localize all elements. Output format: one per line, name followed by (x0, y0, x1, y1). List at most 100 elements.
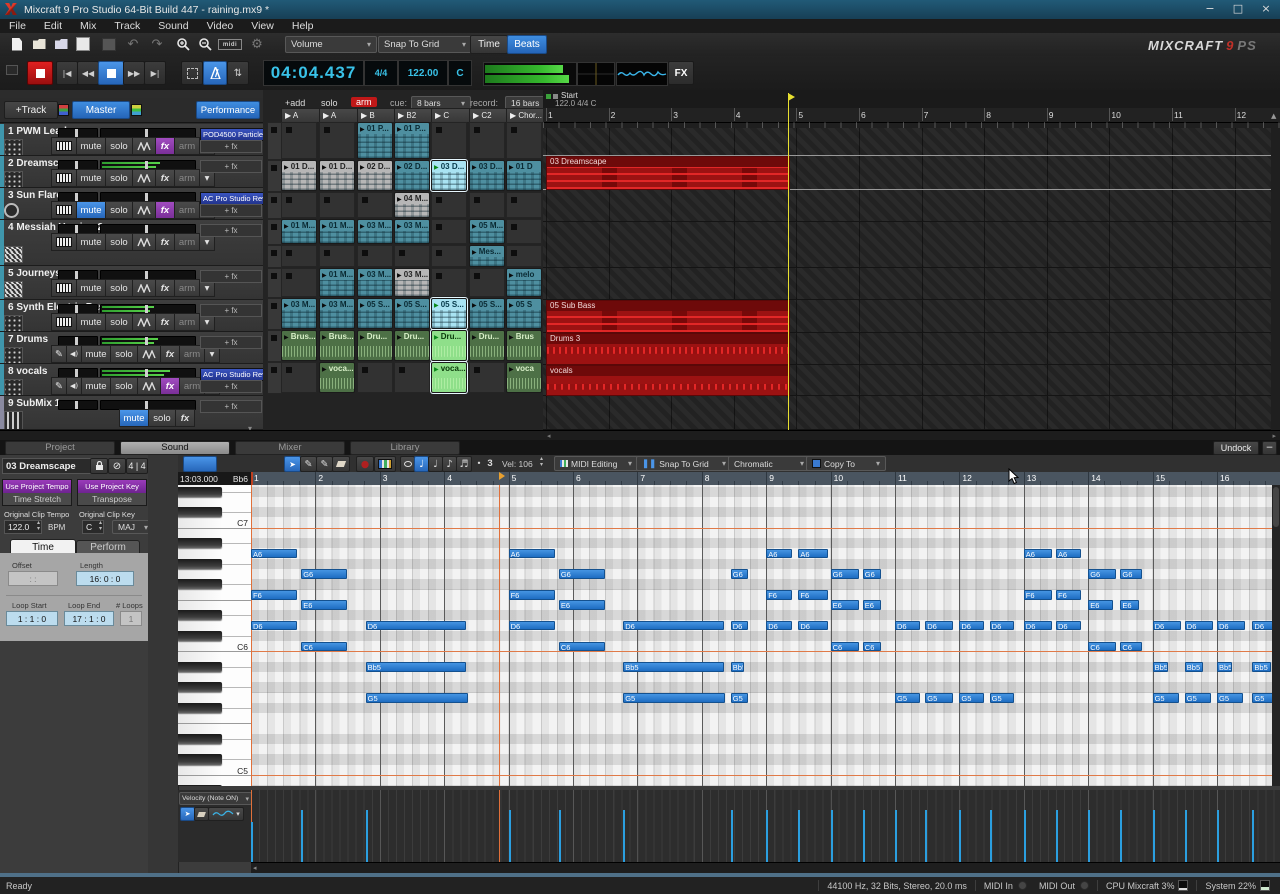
track-color-icon[interactable] (58, 104, 69, 116)
key-display[interactable]: C (448, 60, 472, 86)
solo-button[interactable]: solo (105, 313, 133, 331)
velocity-bar[interactable] (1217, 810, 1219, 862)
grid-clip[interactable]: ▶ Dru... (394, 330, 430, 361)
play-stop-button[interactable] (98, 61, 124, 85)
menu-track[interactable]: Track (105, 20, 149, 32)
timeline-lane[interactable] (543, 222, 1271, 268)
track-name[interactable]: 9 SubMix 1 (8, 398, 60, 409)
track-name[interactable]: 8 vocals (8, 366, 47, 377)
velocity-lane[interactable] (251, 790, 1280, 862)
midi-note[interactable]: D6 (766, 621, 792, 631)
midi-note[interactable]: G6 (1088, 569, 1116, 579)
use-project-key-button[interactable]: Use Project Key (77, 479, 147, 494)
grid-column-Chor...[interactable]: ▶ Chor... (506, 108, 546, 123)
solo-button[interactable]: solo (105, 137, 133, 155)
midi-note[interactable]: G5 (1153, 693, 1179, 703)
fx-button[interactable]: FX (668, 61, 694, 85)
midi-note[interactable]: A6 (1056, 549, 1081, 559)
grid-clip[interactable]: ▶ voca (506, 362, 542, 393)
mute-button[interactable]: mute (76, 169, 106, 187)
velocity-bar[interactable] (925, 810, 927, 862)
mute-button[interactable]: mute (76, 279, 106, 297)
instrument-icon[interactable] (4, 246, 23, 263)
instrument-icon[interactable] (4, 171, 23, 188)
timeline-lane[interactable] (543, 396, 1271, 430)
black-key[interactable] (178, 754, 222, 764)
add-fx-button[interactable]: + fx (200, 380, 262, 393)
copy-to-select[interactable]: Copy To▾ (806, 456, 886, 471)
grid-column-B2[interactable]: ▶ B2 (394, 108, 434, 123)
midi-devices-icon[interactable]: midi (218, 39, 242, 50)
roll-vscrollbar[interactable] (1272, 485, 1280, 786)
midi-note[interactable]: D6 (895, 621, 920, 631)
line-tool[interactable]: ✎ (316, 456, 333, 472)
triplet-button[interactable]: 3 (484, 456, 496, 470)
midi-note[interactable]: A6 (251, 549, 297, 559)
timeline-lane[interactable] (543, 190, 1271, 222)
arm-button[interactable]: arm (174, 313, 200, 331)
black-key[interactable] (178, 682, 222, 692)
automation-wave-icon[interactable] (137, 377, 161, 395)
velocity-bar[interactable] (1153, 810, 1155, 862)
empty-clip-slot[interactable] (469, 122, 505, 159)
midi-note[interactable]: C6 (559, 642, 605, 652)
grid-column-A[interactable]: ▶ A (319, 108, 359, 123)
midi-note[interactable]: D6 (251, 621, 297, 631)
fast-forward-button[interactable]: ▶▶ (123, 61, 145, 85)
midi-note[interactable]: E6 (1088, 600, 1113, 610)
pan-slider[interactable] (58, 400, 98, 410)
grid-clip[interactable]: ▶ Brus... (319, 330, 355, 361)
menu-file[interactable]: File (0, 20, 35, 32)
solo-button[interactable]: solo (148, 409, 176, 427)
grid-clip[interactable]: ▶ 01 P... (357, 122, 393, 159)
velocity-eraser-tool[interactable] (194, 807, 209, 821)
midi-note[interactable]: G5 (1185, 693, 1211, 703)
midi-note[interactable]: D6 (1153, 621, 1181, 631)
black-key[interactable] (178, 559, 222, 569)
dotted-note-button[interactable]: • (474, 456, 484, 470)
row-stop-button[interactable] (267, 298, 282, 330)
midi-editing-select[interactable]: MIDI Editing▾ (554, 456, 638, 471)
velocity-bar[interactable] (1252, 810, 1254, 862)
mute-button[interactable]: mute (76, 313, 106, 331)
arm-button[interactable]: arm (174, 137, 200, 155)
empty-clip-slot[interactable] (431, 245, 467, 267)
velocity-bar[interactable] (895, 810, 897, 862)
velocity-bar[interactable] (251, 822, 253, 862)
midi-note[interactable]: D6 (366, 621, 467, 631)
add-fx-button[interactable]: + fx (200, 336, 262, 349)
midi-note[interactable]: G5 (623, 693, 725, 703)
loop-button[interactable] (181, 61, 203, 85)
velocity-bar[interactable] (863, 810, 865, 862)
empty-clip-slot[interactable] (357, 362, 393, 393)
mute-button[interactable]: mute (81, 377, 111, 395)
menu-edit[interactable]: Edit (35, 20, 71, 32)
empty-clip-slot[interactable] (431, 219, 467, 244)
grid-add-button[interactable]: +add (285, 98, 305, 108)
grid-clip[interactable]: ▶ 03 M... (394, 219, 430, 244)
maximize-button[interactable]: □ (1224, 0, 1252, 19)
midi-note[interactable]: A6 (766, 549, 792, 559)
midi-note[interactable]: G6 (559, 569, 605, 579)
solo-button[interactable]: solo (110, 377, 138, 395)
track-name[interactable]: 7 Drums (8, 334, 48, 345)
velocity-bar[interactable] (301, 810, 303, 862)
track-header-4[interactable]: 4 Messiah Version 2mutesolofxarm▾+ fx (0, 220, 263, 266)
empty-clip-slot[interactable] (281, 268, 317, 297)
velocity-value[interactable]: Vel: 106 (502, 459, 533, 469)
midi-note[interactable]: E6 (301, 600, 347, 610)
empty-clip-slot[interactable] (469, 192, 505, 218)
grid-clip[interactable]: ▶ voca... (319, 362, 355, 393)
midi-note[interactable]: F6 (798, 590, 827, 600)
midi-note[interactable]: D6 (798, 621, 827, 631)
row-stop-button[interactable] (267, 122, 282, 160)
empty-clip-slot[interactable] (506, 219, 542, 244)
edit-pencil-icon[interactable]: ✎ (51, 345, 67, 363)
midi-note[interactable]: G6 (1120, 569, 1142, 579)
oscilloscope-display[interactable] (616, 62, 668, 86)
fx-button[interactable]: fx (155, 201, 175, 219)
piano-roll-ruler[interactable]: 12345678910111213141516 (251, 472, 1280, 486)
midi-note[interactable]: G5 (366, 693, 468, 703)
midi-note[interactable]: G5 (731, 693, 748, 703)
row-stop-button[interactable] (267, 330, 282, 362)
